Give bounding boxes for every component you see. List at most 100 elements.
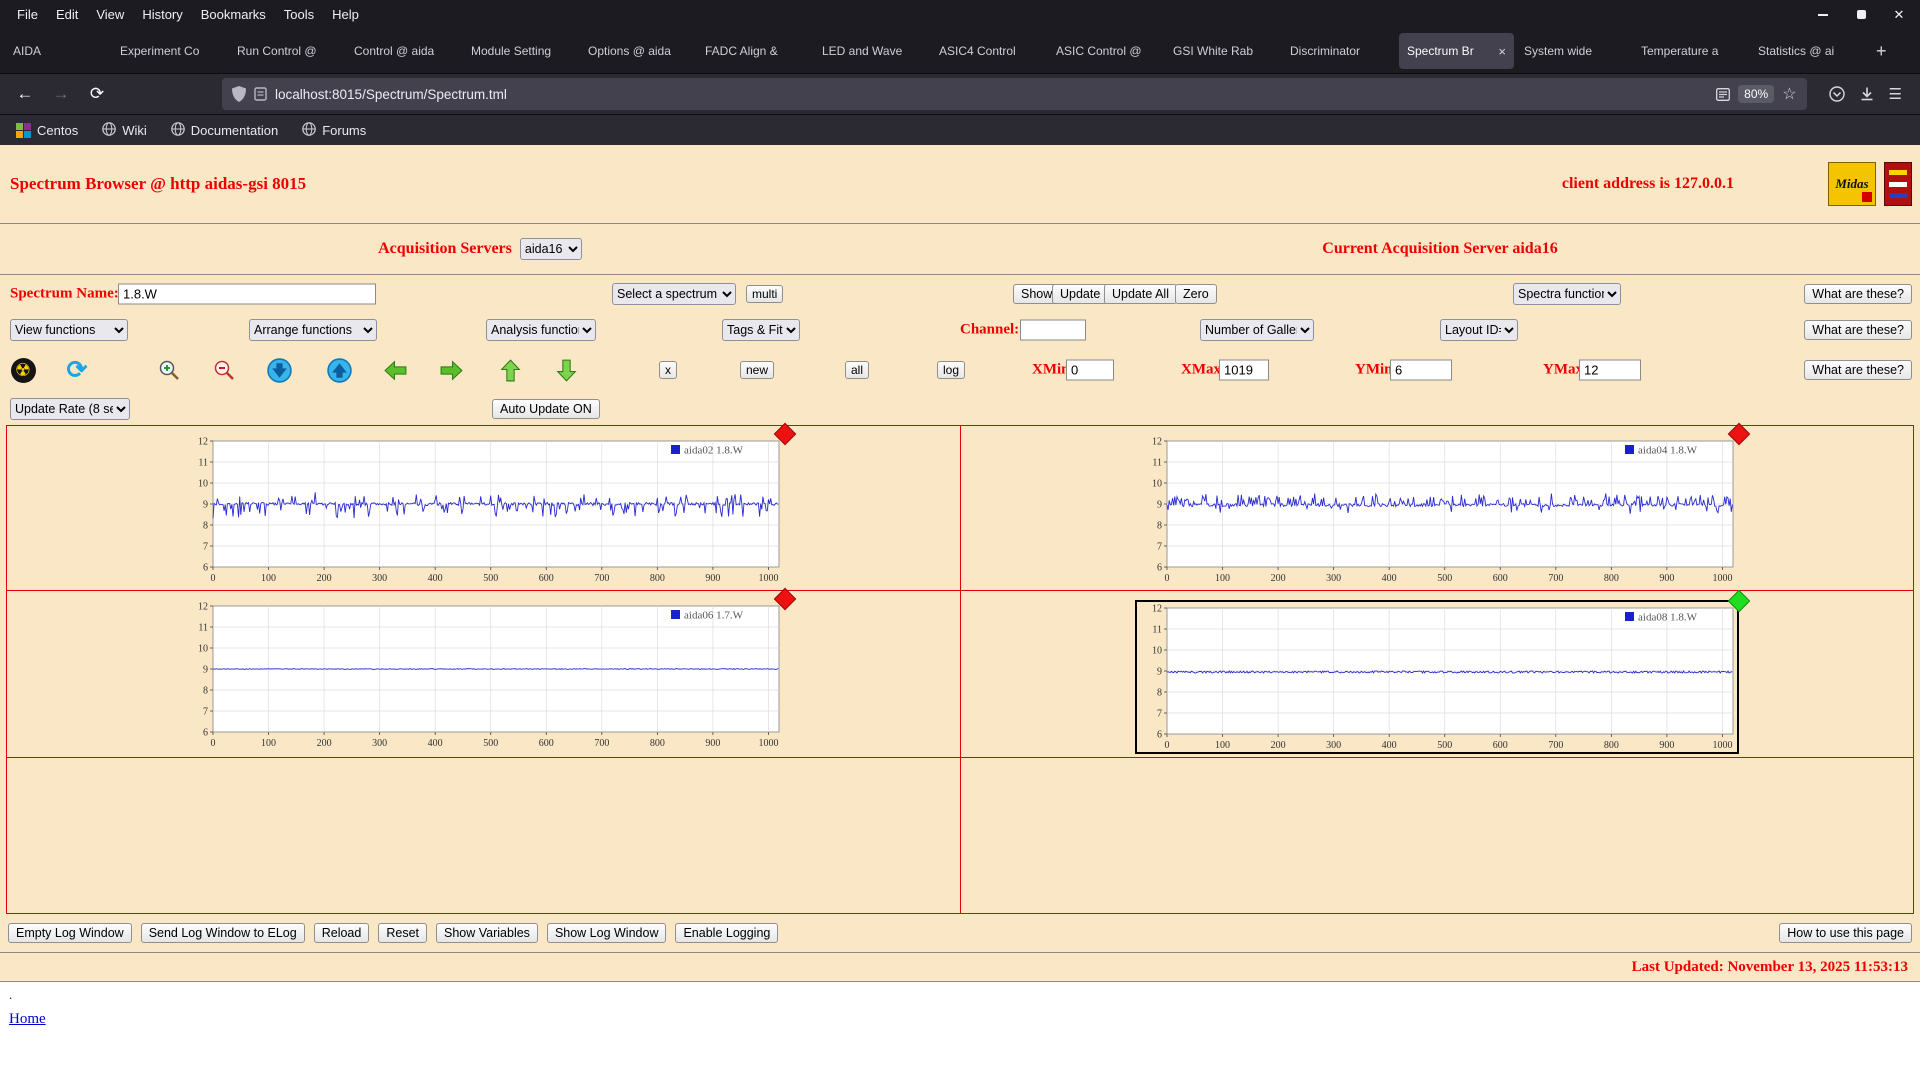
tab-run-control[interactable]: Run Control @ <box>229 33 344 69</box>
channel-input[interactable] <box>1020 319 1086 341</box>
shield-icon[interactable] <box>232 86 246 102</box>
gallery-cell-4[interactable]: 6 7 8 9 10 11 12 0 100 200 300 400 500 600 700 800 900 10… <box>959 589 1914 758</box>
show-log-window-button[interactable]: Show Log Window <box>546 923 667 943</box>
tab-aida[interactable]: AIDA <box>5 33 110 69</box>
tab-system-wide[interactable]: System wide <box>1516 33 1631 69</box>
ymin-input[interactable] <box>1390 359 1452 381</box>
tab-close-icon[interactable]: × <box>1498 44 1506 59</box>
select-spectrum-dropdown[interactable]: Select a spectrum <box>612 283 736 305</box>
gallery-cell-5[interactable] <box>6 757 961 914</box>
arrow-up-icon[interactable] <box>497 357 523 383</box>
enable-logging-button[interactable]: Enable Logging <box>675 923 779 943</box>
menu-tools[interactable]: Tools <box>275 7 323 22</box>
gallery-cell-3[interactable]: 6 7 8 9 10 11 12 0 100 200 300 400 500 600 700 800 900 10… <box>6 587 961 758</box>
tab-asic-control[interactable]: ASIC Control @ <box>1048 33 1163 69</box>
home-link[interactable]: Home <box>9 1011 46 1028</box>
what-are-these-button-3[interactable]: What are these? <box>1804 360 1912 380</box>
multi-button[interactable]: multi <box>746 285 784 303</box>
menu-help[interactable]: Help <box>323 7 368 22</box>
arrange-functions-dropdown[interactable]: Arrange functions <box>249 319 377 341</box>
reader-mode-icon[interactable] <box>1716 87 1731 101</box>
tab-temperature-a[interactable]: Temperature a <box>1633 33 1748 69</box>
midas-logo[interactable]: Midas <box>1828 162 1876 206</box>
tab-module-setting[interactable]: Module Setting <box>463 33 578 69</box>
maximize-button[interactable] <box>1854 8 1868 22</box>
tab-options-aida[interactable]: Options @ aida <box>580 33 695 69</box>
gallery-cell-6[interactable] <box>959 757 1914 914</box>
site-info-icon[interactable] <box>254 87 267 101</box>
xmin-input[interactable] <box>1066 359 1114 381</box>
how-to-use-button[interactable]: How to use this page <box>1779 923 1912 943</box>
close-button[interactable]: ✕ <box>1892 7 1906 22</box>
move-up-circle-icon[interactable] <box>326 357 352 383</box>
download-icon[interactable] <box>1859 86 1875 102</box>
zoom-out-icon[interactable] <box>211 357 237 383</box>
tab-gsi-white-rab[interactable]: GSI White Rab <box>1165 33 1280 69</box>
bookmark-centos[interactable]: Centos <box>16 122 78 138</box>
new-tab-button[interactable]: + <box>1866 41 1897 62</box>
acquisition-server-dropdown[interactable]: aida16 <box>519 238 582 260</box>
tab-statistics-ai[interactable]: Statistics @ ai <box>1750 33 1865 69</box>
tags-fits-dropdown[interactable]: Tags & Fits <box>722 319 800 341</box>
zoom-level-badge[interactable]: 80% <box>1738 85 1775 103</box>
move-down-circle-icon[interactable] <box>266 357 292 383</box>
gallery-cell-1[interactable]: 6 7 8 9 10 11 12 0 100 200 300 400 500 600 700 800 900 10… <box>6 422 961 591</box>
log-button[interactable]: log <box>937 361 966 379</box>
show-variables-button[interactable]: Show Variables <box>436 923 538 943</box>
bookmark-star-icon[interactable]: ☆ <box>1782 84 1796 104</box>
menu-bookmarks[interactable]: Bookmarks <box>192 7 275 22</box>
refresh-icon[interactable]: ⟳ <box>64 357 90 383</box>
facility-logo[interactable] <box>1884 162 1912 206</box>
forward-icon[interactable]: → <box>46 79 76 109</box>
reset-button[interactable]: Reset <box>378 923 427 943</box>
tab-experiment-co[interactable]: Experiment Co <box>112 33 227 69</box>
view-functions-dropdown[interactable]: View functions <box>10 319 128 341</box>
xmax-input[interactable] <box>1219 359 1269 381</box>
url-bar[interactable]: localhost:8015/Spectrum/Spectrum.tml 80%… <box>222 78 1807 110</box>
x-button[interactable]: x <box>659 361 677 379</box>
arrow-right-icon[interactable] <box>438 357 464 383</box>
tab-asic4-control[interactable]: ASIC4 Control <box>931 33 1046 69</box>
bookmark-forums[interactable]: Forums <box>302 121 366 139</box>
zero-button[interactable]: Zero <box>1175 284 1217 304</box>
minimize-button[interactable] <box>1816 8 1830 22</box>
new-button[interactable]: new <box>740 361 775 379</box>
update-button[interactable]: Update <box>1052 284 1109 304</box>
empty-log-window-button[interactable]: Empty Log Window <box>8 923 132 943</box>
spectra-functions-dropdown[interactable]: Spectra functions <box>1513 283 1621 305</box>
what-are-these-button-1[interactable]: What are these? <box>1804 284 1912 304</box>
radiation-icon[interactable]: ☢ <box>10 357 36 383</box>
tab-fadc-align[interactable]: FADC Align & <box>697 33 812 69</box>
analysis-functions-dropdown[interactable]: Analysis functions <box>486 319 596 341</box>
auto-update-button[interactable]: Auto Update ON <box>492 399 600 419</box>
update-rate-dropdown[interactable]: Update Rate (8 secs) <box>10 398 130 420</box>
menu-file[interactable]: File <box>8 7 47 22</box>
tab-led-and-wave[interactable]: LED and Wave <box>814 33 929 69</box>
bookmark-wiki[interactable]: Wiki <box>102 121 147 139</box>
zoom-in-icon[interactable] <box>156 357 182 383</box>
layout-id-dropdown[interactable]: Layout ID=8 <box>1440 319 1518 341</box>
tab-control-aida[interactable]: Control @ aida <box>346 33 461 69</box>
tab-discriminator[interactable]: Discriminator <box>1282 33 1397 69</box>
what-are-these-button-2[interactable]: What are these? <box>1804 320 1912 340</box>
ymax-input[interactable] <box>1579 359 1641 381</box>
spectrum-name-input[interactable] <box>118 283 376 305</box>
pocket-icon[interactable] <box>1828 86 1845 102</box>
reload-button[interactable]: Reload <box>313 923 370 943</box>
menu-edit[interactable]: Edit <box>47 7 87 22</box>
reload-icon[interactable]: ⟳ <box>82 79 112 109</box>
hamburger-menu-icon[interactable]: ☰ <box>1889 85 1902 103</box>
arrow-down-icon[interactable] <box>553 357 579 383</box>
tab-spectrum-br[interactable]: Spectrum Br × <box>1399 33 1514 69</box>
menu-view[interactable]: View <box>87 7 133 22</box>
arrow-left-icon[interactable] <box>382 357 408 383</box>
svg-text:0: 0 <box>1164 740 1169 751</box>
back-icon[interactable]: ← <box>10 79 40 109</box>
bookmark-documentation[interactable]: Documentation <box>170 121 278 139</box>
number-of-galleries-dropdown[interactable]: Number of Galleries <box>1200 319 1314 341</box>
menu-history[interactable]: History <box>133 7 191 22</box>
gallery-cell-2[interactable]: 6 7 8 9 10 11 12 0 100 200 300 400 500 600 700 800 900 10… <box>959 422 1914 591</box>
send-log-window-to-elog-button[interactable]: Send Log Window to ELog <box>140 923 305 943</box>
update-all-button[interactable]: Update All <box>1104 284 1177 304</box>
all-button[interactable]: all <box>845 361 870 379</box>
